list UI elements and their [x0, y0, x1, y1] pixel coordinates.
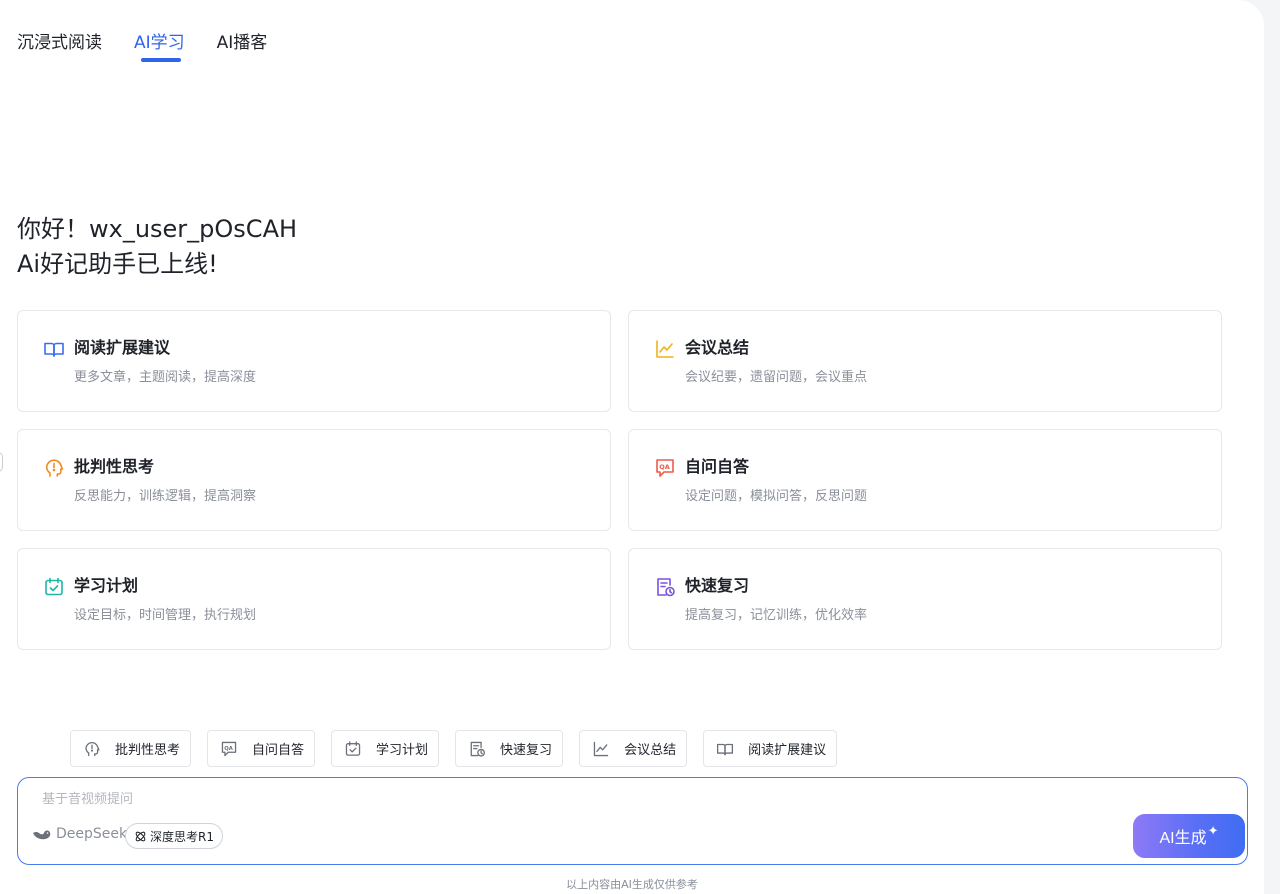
card-meeting-summary[interactable]: 会议总结 会议纪要，遗留问题，会议重点 [628, 310, 1222, 412]
side-collapse-handle[interactable] [0, 452, 3, 472]
card-title: 自问自答 [685, 457, 750, 476]
card-reading-extension[interactable]: 阅读扩展建议 更多文章，主题阅读，提高深度 [17, 310, 611, 412]
greeting-line-assistant: Ai好记助手已上线! [17, 250, 218, 278]
tab-label: 沉浸式阅读 [17, 33, 102, 53]
model-name: DeepSeek [56, 826, 128, 842]
chip-label: 自问自答 [252, 743, 305, 758]
card-subtitle: 会议纪要，遗留问题，会议重点 [685, 370, 868, 385]
card-quick-review[interactable]: 快速复习 提高复习，记忆训练，优化效率 [628, 548, 1222, 650]
greeting-line-user: 你好！wx_user_pOsCAH [17, 215, 298, 243]
chip-label: 会议总结 [624, 743, 677, 758]
question-input-box: DeepSeek 深度思考R1 AI生成✦ [17, 777, 1248, 865]
atom-icon [135, 831, 146, 841]
chip-label: 学习计划 [376, 743, 429, 758]
card-study-plan[interactable]: 学习计划 设定目标，时间管理，执行规划 [17, 548, 611, 650]
greeting: 你好！wx_user_pOsCAH Ai好记助手已上线! [17, 212, 297, 282]
question-input[interactable] [42, 788, 1122, 814]
card-subtitle: 提高复习，记忆训练，优化效率 [685, 608, 868, 623]
chip-meeting-summary[interactable]: 会议总结 [579, 730, 688, 767]
tab-bar: 沉浸式阅读 AI学习 AI播客 [17, 30, 268, 62]
card-title: 快速复习 [685, 576, 750, 595]
chip-study-plan[interactable]: 学习计划 [331, 730, 440, 767]
ai-generate-button[interactable]: AI生成 ✦ [1133, 814, 1245, 858]
tab-label: AI学习 [134, 33, 185, 53]
doc-clock-icon [468, 740, 486, 758]
generate-label: AI生成 [1159, 830, 1207, 847]
deepseek-whale-icon [33, 830, 51, 840]
card-subtitle: 设定问题，模拟问答，反思问题 [685, 489, 868, 504]
ai-disclaimer: 以上内容由AI生成仅供参考 [566, 878, 698, 891]
head-exclaim-icon [83, 740, 101, 758]
card-subtitle: 更多文章，主题阅读，提高深度 [74, 370, 257, 385]
card-subtitle: 设定目标，时间管理，执行规划 [74, 608, 257, 623]
chip-reading-extension[interactable]: 阅读扩展建议 [703, 730, 838, 767]
calendar-check-icon [344, 740, 362, 758]
qa-icon: QA [654, 457, 676, 479]
tab-ai-podcast[interactable]: AI播客 [217, 30, 268, 60]
model-indicator: DeepSeek [32, 826, 127, 842]
qa-icon: QA [220, 740, 238, 758]
main-panel: 沉浸式阅读 AI学习 AI播客 你好！wx_user_pOsCAH Ai好记助手… [0, 0, 1264, 894]
svg-text:QA: QA [224, 745, 234, 751]
sparkle-icon: ✦ [1207, 823, 1219, 838]
book-icon [43, 338, 65, 360]
card-title: 会议总结 [685, 338, 750, 357]
svg-text:QA: QA [659, 463, 670, 471]
deep-think-toggle[interactable]: 深度思考R1 [125, 823, 223, 849]
card-title: 阅读扩展建议 [74, 338, 171, 357]
active-tab-indicator [141, 58, 181, 62]
chip-quick-review[interactable]: 快速复习 [455, 730, 564, 767]
calendar-check-icon [43, 576, 65, 598]
chip-critical-thinking[interactable]: 批判性思考 [70, 730, 192, 767]
chip-label: 快速复习 [500, 743, 553, 758]
tab-label: AI播客 [216, 33, 268, 53]
deep-think-label: 深度思考R1 [150, 829, 214, 844]
card-title: 学习计划 [74, 576, 139, 595]
head-exclaim-icon [43, 457, 65, 479]
chip-label: 批判性思考 [115, 743, 181, 758]
tab-immersive-reading[interactable]: 沉浸式阅读 [17, 30, 102, 60]
card-title: 批判性思考 [74, 457, 155, 476]
tab-ai-learning[interactable]: AI学习 [134, 30, 185, 62]
chip-self-qa[interactable]: QA 自问自答 [207, 730, 316, 767]
book-icon [716, 740, 734, 758]
line-chart-icon [654, 338, 676, 360]
card-self-qa[interactable]: QA 自问自答 设定问题，模拟问答，反思问题 [628, 429, 1222, 531]
quick-prompt-chips: 批判性思考 QA 自问自答 学习计划 快速复习 会议总结 阅读扩展建议 [70, 730, 838, 767]
line-chart-icon [592, 740, 610, 758]
doc-clock-icon [654, 576, 676, 598]
card-critical-thinking[interactable]: 批判性思考 反思能力，训练逻辑，提高洞察 [17, 429, 611, 531]
card-subtitle: 反思能力，训练逻辑，提高洞察 [74, 489, 257, 504]
chip-label: 阅读扩展建议 [748, 743, 827, 758]
